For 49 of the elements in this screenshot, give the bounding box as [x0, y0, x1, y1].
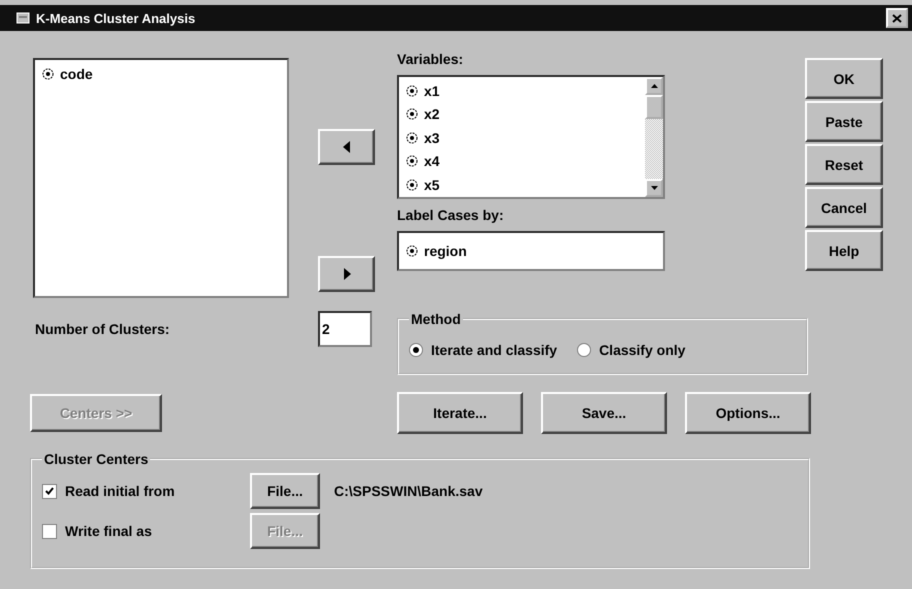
checkbox[interactable]: Read initial from	[42, 483, 250, 499]
dialog-button[interactable]: Iterate...	[397, 392, 523, 434]
scrollbar[interactable]	[645, 77, 663, 197]
cluster-centers-title: Cluster Centers	[43, 451, 150, 467]
method-radio[interactable]: Classify only	[577, 342, 686, 358]
file-button[interactable]: File...	[250, 473, 320, 509]
dialog-button[interactable]: Options...	[685, 392, 811, 434]
label-cases-label: Label Cases by:	[397, 207, 505, 225]
list-item[interactable]: x1	[424, 82, 440, 99]
list-item[interactable]: x3	[424, 130, 440, 146]
clusters-label: Number of Clusters:	[35, 321, 171, 337]
list-item[interactable]: x2	[424, 106, 440, 122]
dialog-button[interactable]: Cancel	[805, 187, 883, 228]
scrollbar-thumb[interactable]	[645, 95, 663, 119]
left-arrow-icon	[342, 141, 350, 153]
move-button[interactable]	[318, 256, 375, 292]
dialog-button[interactable]: Paste	[805, 101, 883, 142]
variable-icon	[405, 178, 419, 192]
window-title: K-Means Cluster Analysis	[36, 10, 196, 26]
close-icon	[892, 14, 902, 22]
list-item[interactable]: x5	[424, 176, 440, 193]
dialog-button[interactable]: Save...	[541, 392, 667, 434]
dialog-button[interactable]: Help	[805, 230, 883, 271]
variable-icon	[405, 154, 419, 168]
close-button[interactable]	[886, 8, 908, 28]
clusters-input[interactable]: 2	[318, 311, 372, 347]
variable-icon	[405, 84, 419, 98]
variables-list[interactable]: x1 x2 x3 x4 x5	[397, 75, 665, 199]
list-item[interactable]: x4	[424, 153, 440, 170]
move-button[interactable]	[318, 129, 375, 165]
up-arrow-icon	[650, 84, 658, 88]
dialog-button[interactable]: Reset	[805, 144, 883, 185]
app-icon	[16, 11, 30, 25]
right-arrow-icon	[342, 268, 350, 280]
label-cases-field[interactable]: region	[397, 231, 665, 271]
down-arrow-icon	[650, 186, 658, 190]
method-title: Method	[410, 311, 462, 327]
source-variable-list[interactable]: code	[33, 58, 289, 298]
method-radio[interactable]: Iterate and classify	[409, 342, 558, 358]
variable-icon	[405, 107, 419, 122]
list-item[interactable]: code	[60, 66, 93, 82]
field-value: region	[424, 243, 467, 259]
dialog-button[interactable]: OK	[805, 58, 883, 99]
checkbox[interactable]: Write final as	[42, 523, 250, 539]
variable-icon	[405, 130, 419, 145]
variable-icon	[405, 244, 419, 258]
file-path: C:\SPSSWIN\Bank.sav	[334, 483, 483, 499]
variable-icon	[41, 67, 55, 81]
variables-label: Variables:	[397, 51, 464, 69]
